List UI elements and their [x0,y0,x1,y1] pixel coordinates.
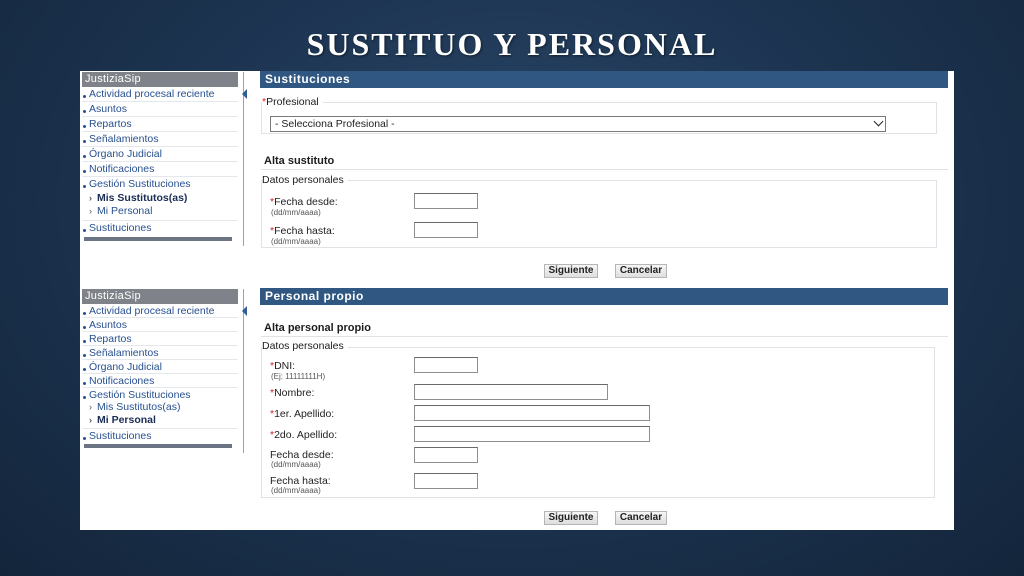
sidebar-app-name: JustiziaSip [82,289,238,304]
sidebar-subitem-label: Mis Sustitutos(as) [97,401,181,413]
dni-hint: (Ej: 11111111H) [271,372,326,381]
section-divider [261,336,948,337]
sidebar-subitem-mi-personal[interactable]: › Mi Personal [82,414,238,429]
sidebar-item-actividad[interactable]: Actividad procesal reciente [82,87,238,102]
primer-apellido-label: *1er. Apellido: [270,408,334,420]
panel-header: Sustituciones [260,71,948,88]
sidebar-subitem-mi-personal[interactable]: › Mi Personal [82,205,238,221]
dni-input[interactable] [414,357,478,373]
sidebar-item-sustituciones[interactable]: Sustituciones [82,221,238,236]
sidebar-item-organo-judicial[interactable]: Órgano Judicial [82,360,238,374]
chevron-right-icon: › [89,415,92,425]
label-text: 2do. Apellido: [274,429,338,441]
sidebar-subitem-mis-sustitutos[interactable]: › Mis Sustitutos(as) [82,401,238,414]
sidebar-bottom-bar [84,237,232,241]
fecha-desde-label: *Fecha desde: [270,196,338,208]
sidebar-item-repartos[interactable]: Repartos [82,117,238,132]
datos-personales-fieldset [261,180,937,248]
sidebar-subitem-label: Mis Sustitutos(as) [97,192,188,204]
sidebar-subitem-mis-sustitutos[interactable]: › Mis Sustitutos(as) [82,192,238,205]
section-title: Alta personal propio [264,322,371,334]
fecha-desde-hint: (dd/mm/aaaa) [271,208,321,217]
chevron-right-icon: › [89,206,92,216]
sidebar-subitem-label: Mi Personal [97,205,153,217]
section-title: Alta sustituto [264,155,335,167]
fecha-desde-input[interactable] [414,193,478,209]
select-value: - Selecciona Profesional - [275,118,395,130]
datos-personales-fieldset [261,347,935,498]
personal-propio-panel: JustiziaSip Actividad procesal reciente … [80,288,954,530]
sidebar-app-name: JustiziaSip [82,72,238,87]
fecha-desde-hint: (dd/mm/aaaa) [271,460,321,469]
label-text: Fecha desde: [274,196,338,208]
sidebar-item-organo-judicial[interactable]: Órgano Judicial [82,147,238,162]
profesional-legend: *Profesional [262,96,323,108]
label-text: Fecha hasta: [274,225,335,237]
sidebar-item-notificaciones[interactable]: Notificaciones [82,374,238,388]
collapse-left-icon[interactable] [242,306,247,316]
fecha-desde-input[interactable] [414,447,478,463]
sidebar-item-repartos[interactable]: Repartos [82,332,238,346]
dni-label-shown: *DNI: [270,360,295,372]
sidebar-item-gestion-sustituciones[interactable]: Gestión Sustituciones [82,388,238,401]
sustituciones-panel: JustiziaSip Actividad procesal reciente … [80,71,954,283]
label-text: DNI: [274,360,296,372]
nombre-input[interactable] [414,384,608,400]
sidebar-item-notificaciones[interactable]: Notificaciones [82,162,238,177]
section-divider [261,169,948,170]
collapse-left-icon[interactable] [242,89,247,99]
siguiente-button[interactable]: Siguiente [544,511,598,525]
fecha-hasta-input[interactable] [414,222,478,238]
panel-header: Personal propio [260,288,948,305]
segundo-apellido-input[interactable] [414,426,650,442]
siguiente-button[interactable]: Siguiente [544,264,598,278]
label-text: 1er. Apellido: [274,408,335,420]
cancelar-button[interactable]: Cancelar [615,264,667,278]
sidebar-item-senalamientos[interactable]: Señalamientos [82,346,238,360]
sidebar-bottom-bar [84,444,232,448]
sidebar-item-actividad[interactable]: Actividad procesal reciente [82,304,238,318]
nombre-label: *Nombre: [270,387,314,399]
profesional-select[interactable]: - Selecciona Profesional - [270,116,886,132]
cancelar-button[interactable]: Cancelar [615,511,667,525]
chevron-right-icon: › [89,402,92,412]
label-text: Nombre: [274,387,315,399]
sidebar-subitem-label: Mi Personal [97,414,156,426]
sidebar-item-asuntos[interactable]: Asuntos [82,102,238,117]
sidebar-item-sustituciones[interactable]: Sustituciones [82,429,238,443]
fecha-hasta-hint: (dd/mm/aaaa) [271,237,321,246]
datos-personales-legend: Datos personales [262,174,348,186]
chevron-right-icon: › [89,193,92,203]
datos-personales-legend: Datos personales [262,340,348,352]
fecha-hasta-hint: (dd/mm/aaaa) [271,486,321,495]
sidebar-menu: JustiziaSip Actividad procesal reciente … [82,72,238,241]
sidebar-item-gestion-sustituciones[interactable]: Gestión Sustituciones [82,177,238,192]
screenshot-sheet: JustiziaSip Actividad procesal reciente … [80,71,954,530]
sidebar-item-asuntos[interactable]: Asuntos [82,318,238,332]
legend-text: Profesional [266,96,319,108]
segundo-apellido-label: *2do. Apellido: [270,429,337,441]
sidebar-item-senalamientos[interactable]: Señalamientos [82,132,238,147]
fecha-hasta-label: *Fecha hasta: [270,225,335,237]
slide-title: SUSTITUO Y PERSONAL [306,26,718,62]
sidebar-menu: JustiziaSip Actividad procesal reciente … [82,289,238,448]
fecha-hasta-input[interactable] [414,473,478,489]
chevron-down-icon [873,116,884,127]
primer-apellido-input[interactable] [414,405,650,421]
